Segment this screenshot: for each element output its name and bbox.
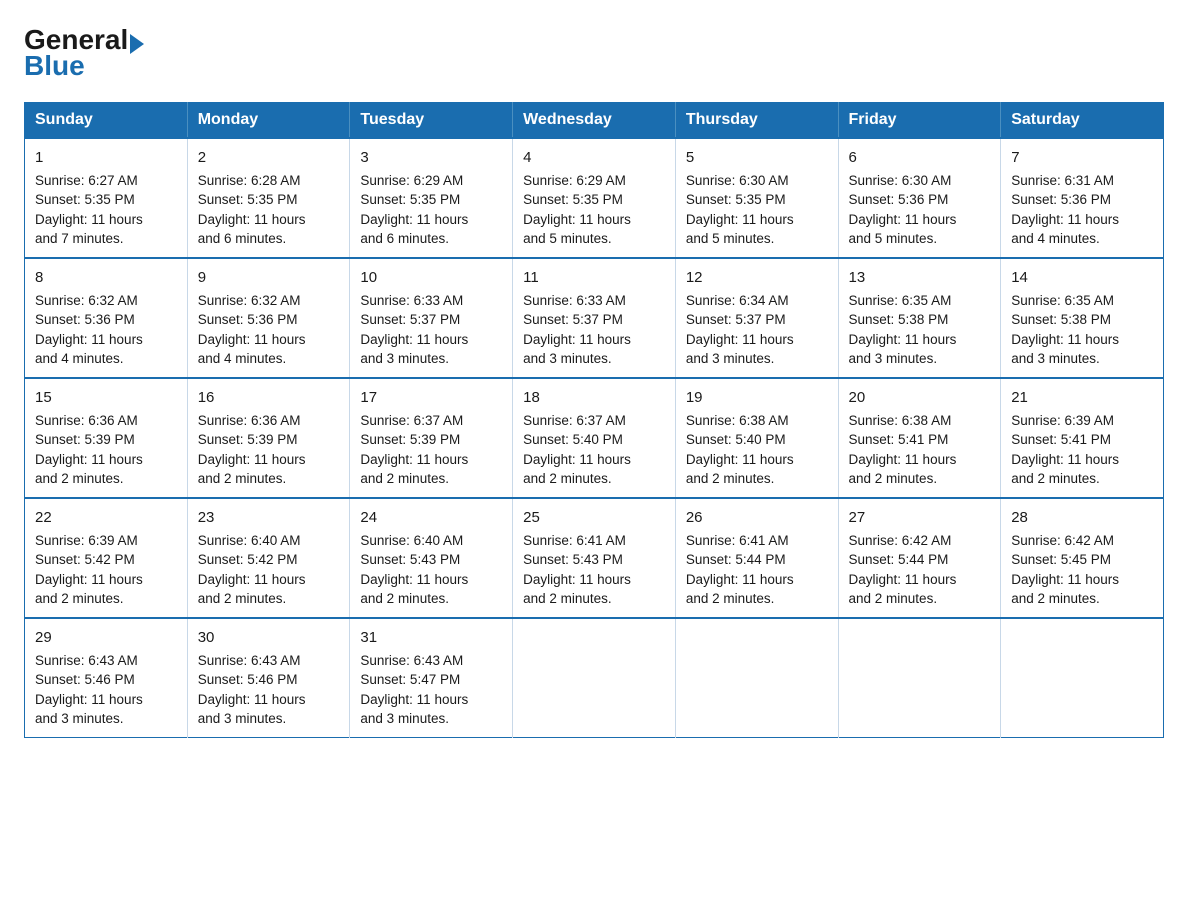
day-number: 9 [198, 267, 340, 289]
day-number: 7 [1011, 147, 1153, 169]
day-number: 5 [686, 147, 828, 169]
day-number: 23 [198, 507, 340, 529]
day-number: 14 [1011, 267, 1153, 289]
calendar-week-row: 22Sunrise: 6:39 AMSunset: 5:42 PMDayligh… [25, 498, 1164, 618]
calendar-cell: 28Sunrise: 6:42 AMSunset: 5:45 PMDayligh… [1001, 498, 1164, 618]
day-number: 18 [523, 387, 665, 409]
calendar-cell: 20Sunrise: 6:38 AMSunset: 5:41 PMDayligh… [838, 378, 1001, 498]
calendar-week-row: 1Sunrise: 6:27 AMSunset: 5:35 PMDaylight… [25, 138, 1164, 258]
weekday-header-monday: Monday [187, 103, 350, 139]
calendar-cell: 12Sunrise: 6:34 AMSunset: 5:37 PMDayligh… [675, 258, 838, 378]
calendar-cell: 8Sunrise: 6:32 AMSunset: 5:36 PMDaylight… [25, 258, 188, 378]
day-number: 29 [35, 627, 177, 649]
day-number: 25 [523, 507, 665, 529]
calendar-cell: 13Sunrise: 6:35 AMSunset: 5:38 PMDayligh… [838, 258, 1001, 378]
calendar-cell: 3Sunrise: 6:29 AMSunset: 5:35 PMDaylight… [350, 138, 513, 258]
weekday-header-row: SundayMondayTuesdayWednesdayThursdayFrid… [25, 103, 1164, 139]
day-number: 19 [686, 387, 828, 409]
calendar-cell: 1Sunrise: 6:27 AMSunset: 5:35 PMDaylight… [25, 138, 188, 258]
calendar-week-row: 29Sunrise: 6:43 AMSunset: 5:46 PMDayligh… [25, 618, 1164, 738]
day-number: 12 [686, 267, 828, 289]
day-number: 10 [360, 267, 502, 289]
calendar-cell: 2Sunrise: 6:28 AMSunset: 5:35 PMDaylight… [187, 138, 350, 258]
weekday-header-saturday: Saturday [1001, 103, 1164, 139]
calendar-cell: 18Sunrise: 6:37 AMSunset: 5:40 PMDayligh… [513, 378, 676, 498]
calendar-table: SundayMondayTuesdayWednesdayThursdayFrid… [24, 102, 1164, 738]
day-number: 21 [1011, 387, 1153, 409]
calendar-cell: 19Sunrise: 6:38 AMSunset: 5:40 PMDayligh… [675, 378, 838, 498]
day-number: 28 [1011, 507, 1153, 529]
calendar-cell: 9Sunrise: 6:32 AMSunset: 5:36 PMDaylight… [187, 258, 350, 378]
calendar-cell: 17Sunrise: 6:37 AMSunset: 5:39 PMDayligh… [350, 378, 513, 498]
calendar-cell: 31Sunrise: 6:43 AMSunset: 5:47 PMDayligh… [350, 618, 513, 738]
day-number: 20 [849, 387, 991, 409]
calendar-cell: 6Sunrise: 6:30 AMSunset: 5:36 PMDaylight… [838, 138, 1001, 258]
calendar-cell [675, 618, 838, 738]
calendar-cell: 15Sunrise: 6:36 AMSunset: 5:39 PMDayligh… [25, 378, 188, 498]
calendar-cell [838, 618, 1001, 738]
calendar-cell: 23Sunrise: 6:40 AMSunset: 5:42 PMDayligh… [187, 498, 350, 618]
day-number: 16 [198, 387, 340, 409]
day-number: 11 [523, 267, 665, 289]
logo: General Blue [24, 24, 144, 82]
calendar-cell: 21Sunrise: 6:39 AMSunset: 5:41 PMDayligh… [1001, 378, 1164, 498]
day-number: 8 [35, 267, 177, 289]
day-number: 27 [849, 507, 991, 529]
calendar-cell: 16Sunrise: 6:36 AMSunset: 5:39 PMDayligh… [187, 378, 350, 498]
day-number: 6 [849, 147, 991, 169]
calendar-cell: 26Sunrise: 6:41 AMSunset: 5:44 PMDayligh… [675, 498, 838, 618]
calendar-cell: 24Sunrise: 6:40 AMSunset: 5:43 PMDayligh… [350, 498, 513, 618]
day-number: 31 [360, 627, 502, 649]
calendar-cell: 25Sunrise: 6:41 AMSunset: 5:43 PMDayligh… [513, 498, 676, 618]
day-number: 22 [35, 507, 177, 529]
calendar-cell: 10Sunrise: 6:33 AMSunset: 5:37 PMDayligh… [350, 258, 513, 378]
day-number: 26 [686, 507, 828, 529]
day-number: 3 [360, 147, 502, 169]
day-number: 15 [35, 387, 177, 409]
calendar-week-row: 8Sunrise: 6:32 AMSunset: 5:36 PMDaylight… [25, 258, 1164, 378]
weekday-header-tuesday: Tuesday [350, 103, 513, 139]
weekday-header-wednesday: Wednesday [513, 103, 676, 139]
day-number: 1 [35, 147, 177, 169]
weekday-header-friday: Friday [838, 103, 1001, 139]
calendar-cell: 27Sunrise: 6:42 AMSunset: 5:44 PMDayligh… [838, 498, 1001, 618]
day-number: 24 [360, 507, 502, 529]
calendar-cell: 22Sunrise: 6:39 AMSunset: 5:42 PMDayligh… [25, 498, 188, 618]
day-number: 2 [198, 147, 340, 169]
calendar-cell [1001, 618, 1164, 738]
calendar-week-row: 15Sunrise: 6:36 AMSunset: 5:39 PMDayligh… [25, 378, 1164, 498]
page-header: General Blue [24, 24, 1164, 82]
calendar-cell: 14Sunrise: 6:35 AMSunset: 5:38 PMDayligh… [1001, 258, 1164, 378]
calendar-cell: 30Sunrise: 6:43 AMSunset: 5:46 PMDayligh… [187, 618, 350, 738]
calendar-cell [513, 618, 676, 738]
day-number: 13 [849, 267, 991, 289]
calendar-cell: 11Sunrise: 6:33 AMSunset: 5:37 PMDayligh… [513, 258, 676, 378]
day-number: 4 [523, 147, 665, 169]
calendar-cell: 7Sunrise: 6:31 AMSunset: 5:36 PMDaylight… [1001, 138, 1164, 258]
weekday-header-sunday: Sunday [25, 103, 188, 139]
calendar-cell: 29Sunrise: 6:43 AMSunset: 5:46 PMDayligh… [25, 618, 188, 738]
calendar-cell: 5Sunrise: 6:30 AMSunset: 5:35 PMDaylight… [675, 138, 838, 258]
weekday-header-thursday: Thursday [675, 103, 838, 139]
calendar-cell: 4Sunrise: 6:29 AMSunset: 5:35 PMDaylight… [513, 138, 676, 258]
day-number: 17 [360, 387, 502, 409]
logo-arrow-icon [130, 34, 144, 54]
day-number: 30 [198, 627, 340, 649]
